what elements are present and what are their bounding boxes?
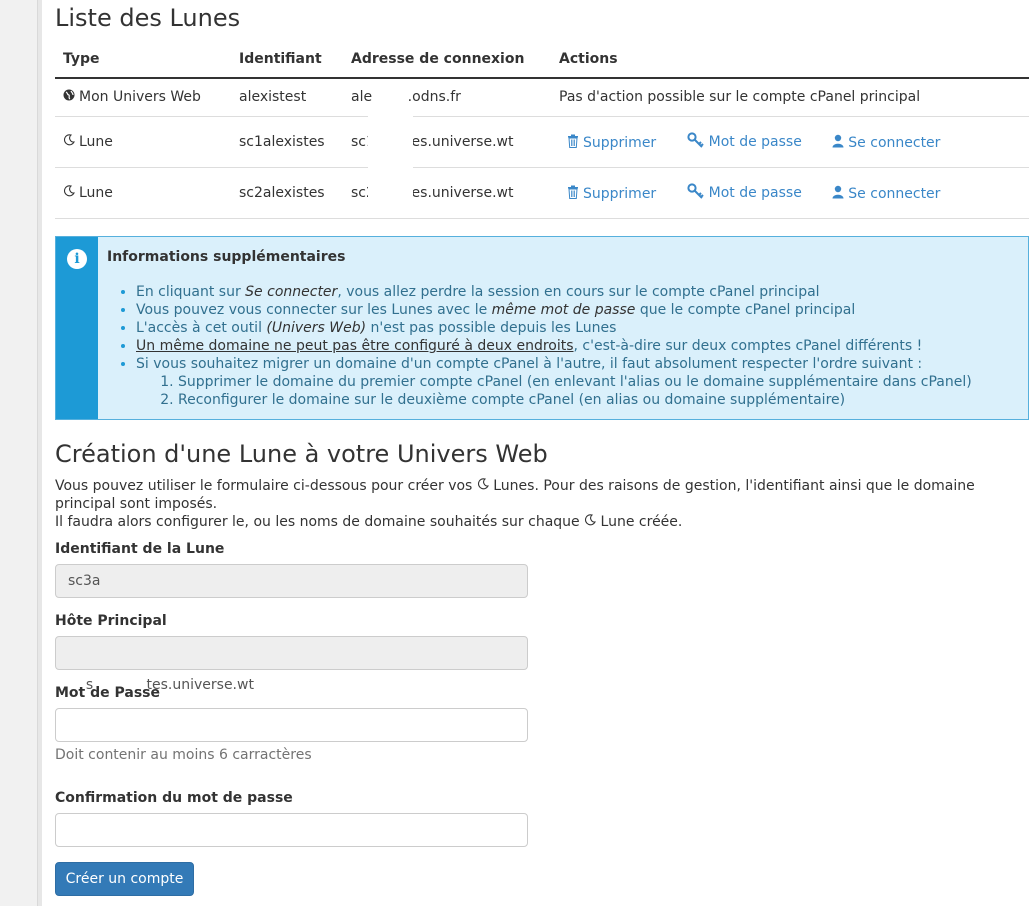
text-underlined: Un même domaine ne peut pas être configu…	[136, 338, 574, 354]
step-item: Supprimer le domaine du premier compte c…	[178, 373, 972, 391]
key-icon	[687, 182, 705, 203]
type-label: Lune	[79, 184, 113, 201]
password-label: Mot de passe	[708, 133, 802, 150]
identifiant-field[interactable]: sc3a	[55, 564, 528, 598]
list-item: En cliquant sur Se connecter, vous allez…	[136, 283, 972, 301]
identifiant-value: sc3a	[68, 573, 101, 589]
info-list: En cliquant sur Se connecter, vous allez…	[118, 283, 972, 409]
cell-type: Lune	[55, 167, 231, 219]
text-em: (Univers Web)	[266, 320, 367, 336]
text: que le compte cPanel principal	[635, 302, 856, 318]
delete-link[interactable]: Supprimer	[567, 185, 656, 203]
text: , c'est-à-dire sur deux comptes cPanel d…	[573, 338, 923, 354]
header-adresse: Adresse de connexion	[343, 40, 551, 79]
text: Si vous souhaitez migrer un domaine d'un…	[136, 356, 923, 372]
text: En cliquant sur	[136, 284, 246, 300]
text-em: même mot de passe	[491, 302, 636, 318]
redaction-mask	[368, 101, 413, 209]
info-icon: i	[67, 249, 87, 269]
steps-list: Supprimer le domaine du premier compte c…	[136, 373, 972, 409]
table-header-row: Type Identifiant Adresse de connexion Ac…	[55, 40, 1029, 79]
info-box: i Informations supplémentaires En cliqua…	[55, 236, 1029, 420]
text: , vous allez perdre la session en cours …	[337, 284, 820, 300]
type-label: Lune	[79, 133, 113, 150]
confirm-password-label: Confirmation du mot de passe	[55, 790, 293, 806]
table-row: Lune sc2alexistes sc2 tes.universe.wt Su…	[55, 167, 1029, 219]
left-rail	[0, 0, 37, 906]
trash-icon	[567, 185, 579, 203]
text: Vous pouvez utiliser le formulaire ci-de…	[55, 478, 477, 494]
table-row: Lune sc1alexistes sc1 tes.universe.wt Su…	[55, 116, 1029, 168]
table-row-main: Mon Univers Web alexistest ale .odns.fr …	[55, 78, 1029, 117]
cell-identifiant: alexistest	[231, 78, 343, 117]
login-label: Se connecter	[848, 185, 941, 202]
moon-icon	[63, 133, 75, 150]
step-item: Reconfigurer le domaine sur le deuxième …	[178, 391, 972, 409]
left-rail-border	[37, 0, 42, 906]
text: Il faudra alors configurer le, ou les no…	[55, 514, 585, 530]
text: Vous pouvez vous connecter sur les Lunes…	[136, 302, 492, 318]
delete-link[interactable]: Supprimer	[567, 134, 656, 152]
password-field[interactable]	[55, 708, 528, 742]
cell-type: Mon Univers Web	[55, 78, 231, 117]
lunes-table: Type Identifiant Adresse de connexion Ac…	[55, 40, 1029, 219]
globe-icon	[63, 89, 75, 105]
cell-action-text: Pas d'action possible sur le compte cPan…	[551, 78, 1029, 117]
page-title: Liste des Lunes	[55, 4, 241, 32]
user-icon	[832, 134, 844, 152]
cell-identifiant: sc2alexistes	[231, 167, 343, 219]
list-item: Vous pouvez vous connecter sur les Lunes…	[136, 301, 972, 319]
text: Lune créée.	[596, 514, 683, 530]
identifiant-label: Identifiant de la Lune	[55, 541, 225, 557]
key-icon	[687, 131, 705, 152]
password-label: Mot de passe	[708, 184, 802, 201]
host-label: Hôte Principal	[55, 613, 167, 629]
form-title: Création d'une Lune à votre Univers Web	[55, 440, 548, 468]
delete-label: Supprimer	[583, 185, 657, 202]
password-hint: Doit contenir au moins 6 carractères	[55, 747, 312, 763]
cell-actions: Supprimer Mot de passe Se connecter	[551, 116, 1029, 168]
moon-icon	[584, 514, 597, 530]
moon-icon	[477, 478, 489, 494]
trash-icon	[567, 134, 579, 152]
header-actions: Actions	[551, 40, 1029, 79]
confirm-password-field[interactable]	[55, 813, 528, 847]
text: n'est pas possible depuis les Lunes	[366, 320, 617, 336]
cell-actions: Supprimer Mot de passe Se connecter	[551, 167, 1029, 219]
create-account-button[interactable]: Créer un compte	[55, 862, 194, 896]
cell-identifiant: sc1alexistes	[231, 116, 343, 168]
login-link[interactable]: Se connecter	[832, 185, 940, 203]
list-item: Si vous souhaitez migrer un domaine d'un…	[136, 355, 972, 409]
moon-icon	[63, 184, 75, 201]
list-item: Un même domaine ne peut pas être configu…	[136, 337, 972, 355]
list-item: L'accès à cet outil (Univers Web) n'est …	[136, 319, 972, 337]
password-label: Mot de Passe	[55, 685, 160, 701]
form-description: Vous pouvez utiliser le formulaire ci-de…	[55, 477, 1015, 531]
password-link[interactable]: Mot de passe	[687, 182, 802, 203]
delete-label: Supprimer	[583, 134, 657, 151]
type-label: Mon Univers Web	[79, 89, 201, 106]
text: L'accès à cet outil	[136, 320, 267, 336]
header-type: Type	[55, 40, 231, 79]
info-title: Informations supplémentaires	[107, 249, 346, 265]
password-link[interactable]: Mot de passe	[687, 131, 802, 152]
header-identifiant: Identifiant	[231, 40, 343, 79]
user-icon	[832, 185, 844, 203]
info-sidebar: i	[56, 237, 98, 419]
host-field[interactable]: s tes.universe.wt	[55, 636, 528, 693]
login-link[interactable]: Se connecter	[832, 134, 940, 152]
cell-type: Lune	[55, 116, 231, 168]
text-em: Se connecter	[245, 284, 338, 300]
login-label: Se connecter	[848, 134, 941, 151]
